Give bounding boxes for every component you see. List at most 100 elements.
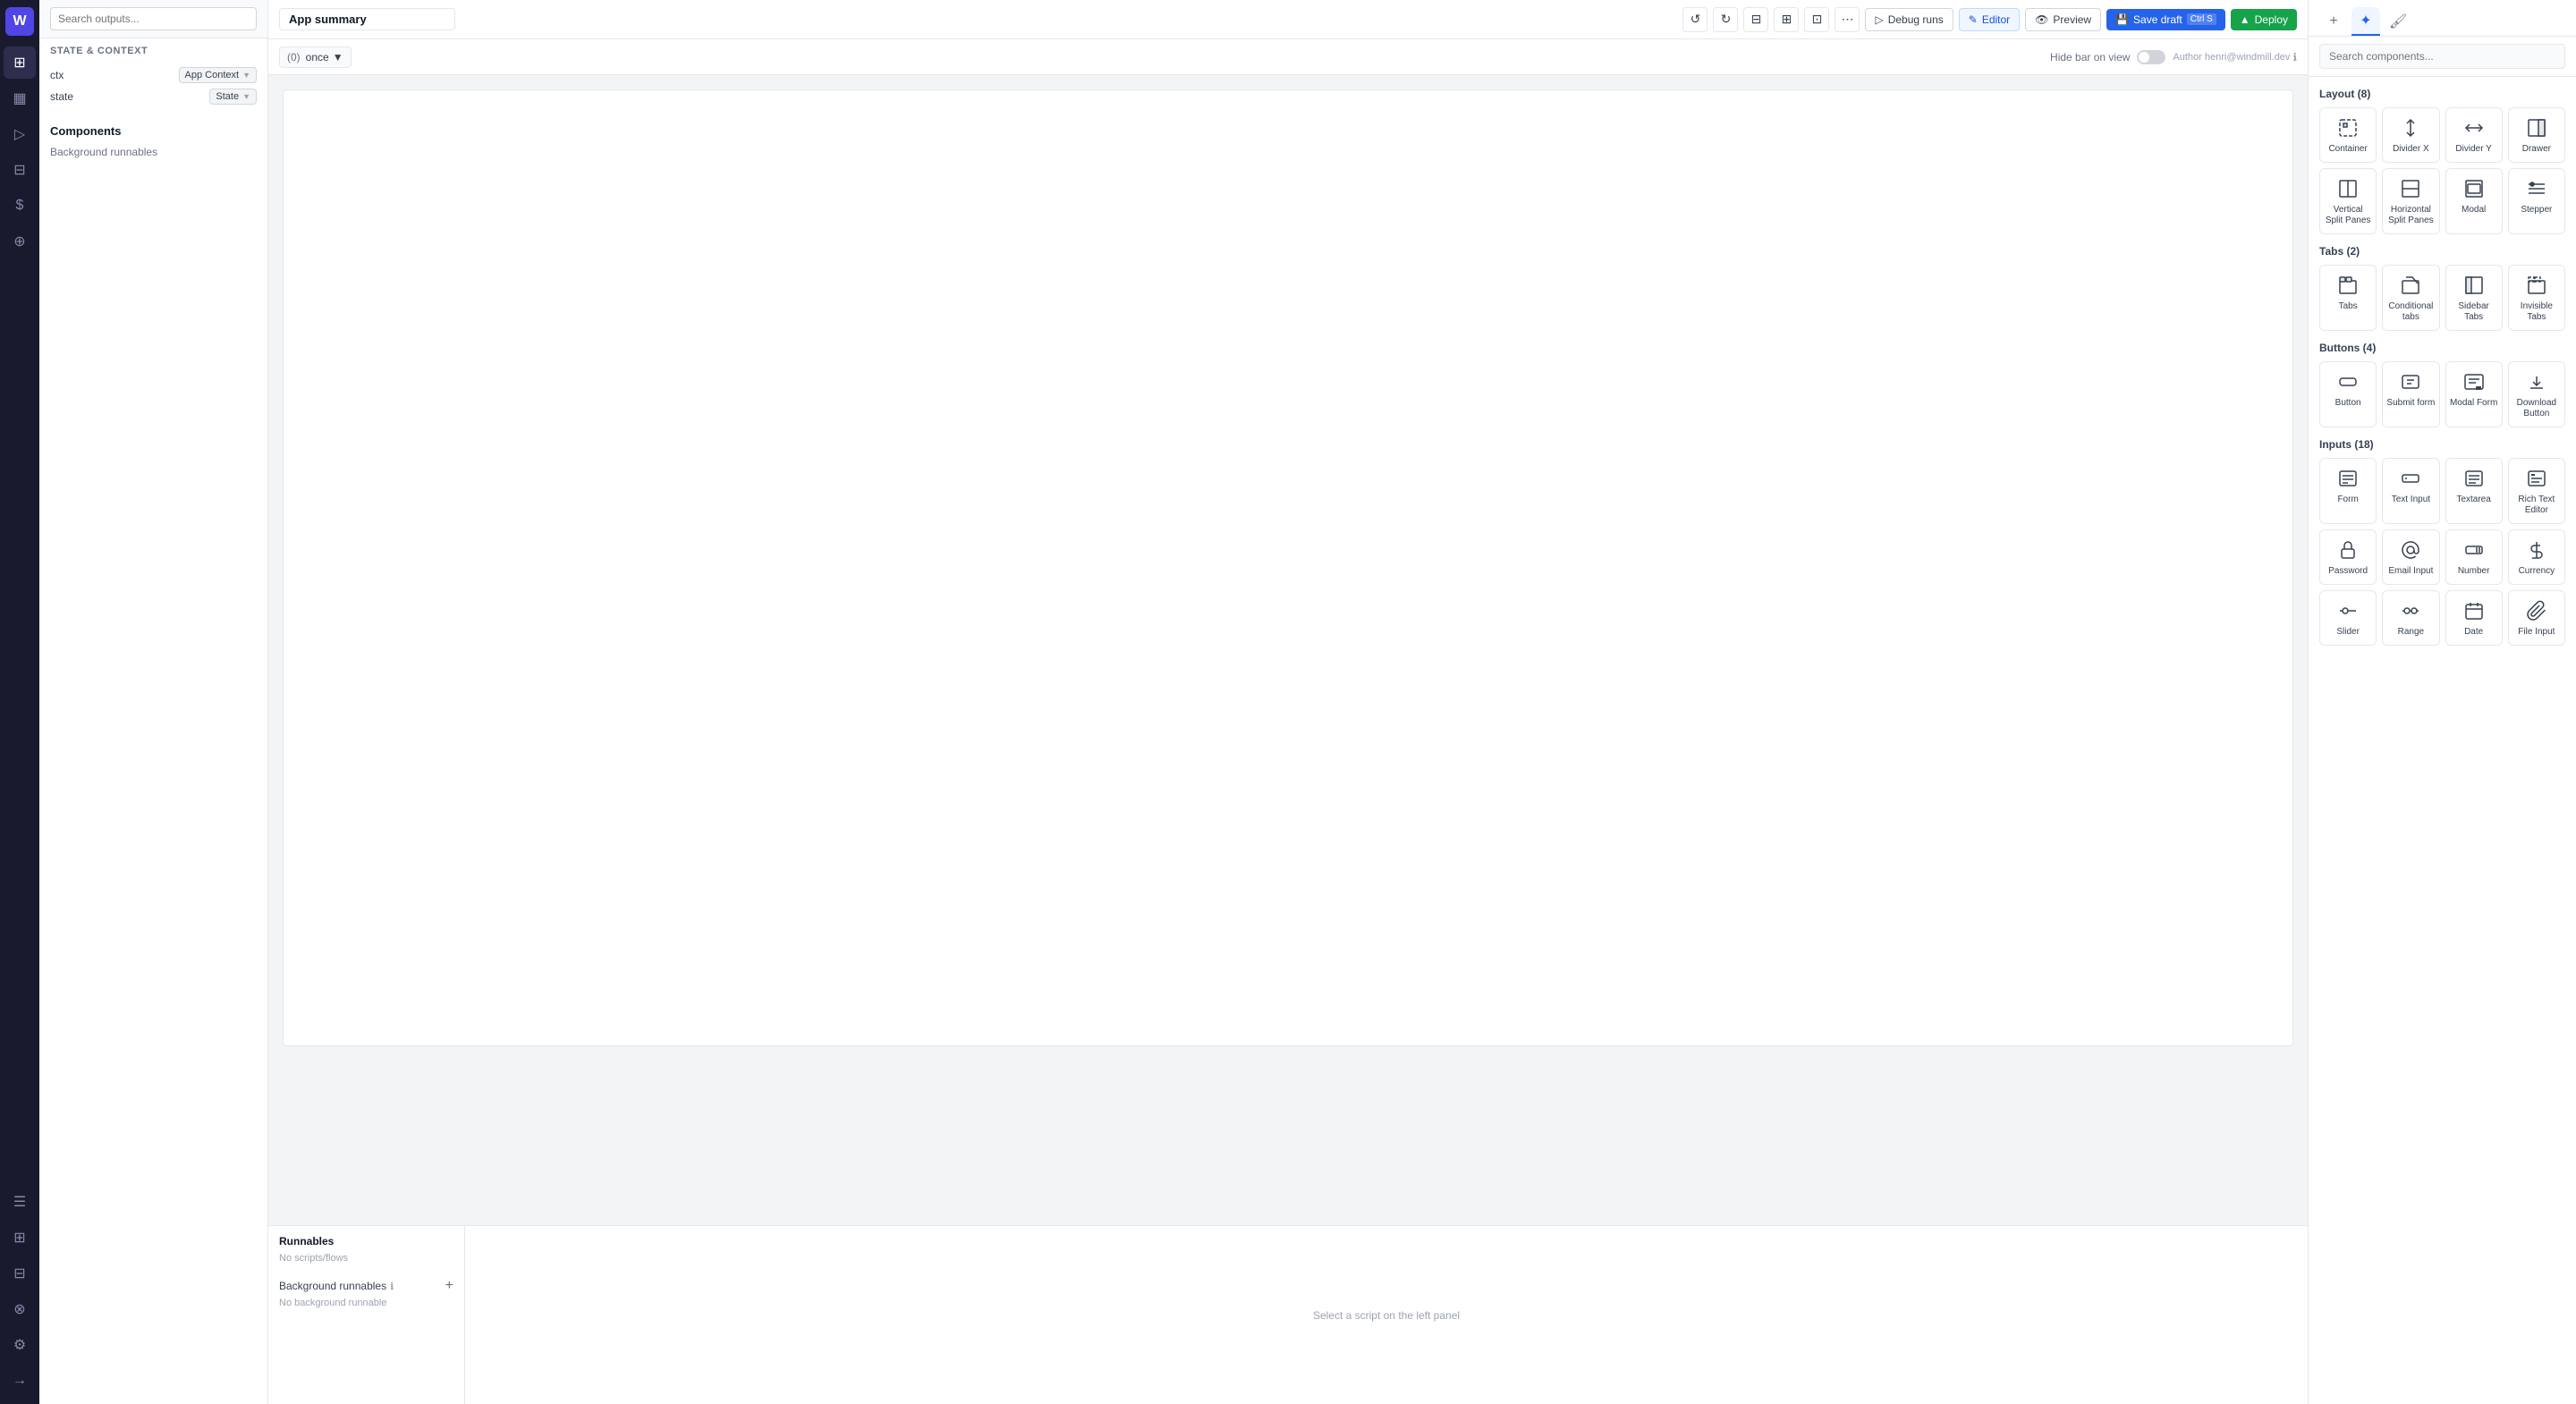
tab-add[interactable]: +: [2319, 7, 2348, 36]
fullscreen-button[interactable]: ⊞: [1774, 7, 1799, 32]
nav-settings[interactable]: ⚙: [4, 1329, 36, 1361]
tab-style[interactable]: 🖌: [2384, 7, 2412, 36]
undo-button[interactable]: ↺: [1682, 7, 1707, 32]
nav-integrations[interactable]: ⊟: [4, 1257, 36, 1290]
comp-conditional-tabs[interactable]: Conditional tabs: [2382, 265, 2439, 331]
redo-button[interactable]: ↻: [1713, 7, 1738, 32]
comp-text-input[interactable]: Text Input: [2382, 458, 2439, 524]
app-logo[interactable]: W: [5, 7, 34, 36]
canvas-area[interactable]: [268, 75, 2308, 1225]
invisible-tabs-label: Invisible Tabs: [2512, 301, 2561, 323]
buttons-grid: Button Submit form Modal Form: [2319, 361, 2565, 427]
bg-runnables-panel: Background runnables ℹ +: [279, 1278, 453, 1294]
nav-audit[interactable]: ⊞: [4, 1222, 36, 1254]
date-icon: [2462, 598, 2487, 623]
divider-y-label: Divider Y: [2455, 144, 2491, 155]
debug-runs-button[interactable]: ▷ Debug runs: [1865, 8, 1953, 31]
comp-drawer[interactable]: Drawer: [2508, 107, 2565, 163]
rich-text-label: Rich Text Editor: [2512, 495, 2561, 516]
preview-button[interactable]: 👁 Preview: [2025, 8, 2101, 31]
submit-form-icon: [2398, 369, 2423, 394]
right-panel-tabs: + ✦ 🖌: [2309, 0, 2576, 37]
file-input-label: File Input: [2518, 627, 2555, 638]
tab-components[interactable]: ✦: [2351, 7, 2380, 36]
comp-container[interactable]: Container: [2319, 107, 2377, 163]
comp-vertical-split[interactable]: Vertical Split Panes: [2319, 168, 2377, 234]
nav-variables[interactable]: ⊕: [4, 225, 36, 258]
background-runnables-label[interactable]: Background runnables: [50, 146, 157, 158]
divider-x-icon: [2398, 115, 2423, 140]
nav-logs[interactable]: ☰: [4, 1186, 36, 1218]
conditional-tabs-label: Conditional tabs: [2386, 301, 2435, 323]
textarea-label: Textarea: [2456, 495, 2490, 505]
comp-rich-text[interactable]: Rich Text Editor: [2508, 458, 2565, 524]
select-script-label: Select a script on the left panel: [1313, 1309, 1460, 1322]
hide-bar-toggle[interactable]: [2137, 50, 2165, 64]
more-options-button[interactable]: ⋯: [1835, 7, 1860, 32]
comp-modal[interactable]: Modal: [2445, 168, 2503, 234]
outputs-header: [39, 0, 267, 38]
save-icon: 💾: [2115, 13, 2129, 26]
author-info-icon[interactable]: ℹ: [2292, 51, 2297, 63]
ctx-badge[interactable]: App Context ▼: [179, 67, 257, 83]
modal-label: Modal: [2462, 205, 2486, 216]
comp-file-input[interactable]: File Input: [2508, 590, 2565, 646]
comp-password[interactable]: Password: [2319, 529, 2377, 585]
comp-submit-form[interactable]: Submit form: [2382, 361, 2439, 427]
comp-currency[interactable]: Currency: [2508, 529, 2565, 585]
comp-email-input[interactable]: Email Input: [2382, 529, 2439, 585]
comp-stepper[interactable]: Stepper: [2508, 168, 2565, 234]
deploy-button[interactable]: ▲ Deploy: [2231, 9, 2297, 30]
number-label: Number: [2458, 566, 2490, 577]
comp-button[interactable]: Button: [2319, 361, 2377, 427]
background-runnables-section: Background runnables: [39, 141, 267, 165]
buttons-section-title: Buttons (4): [2319, 342, 2565, 354]
fit-screen-button[interactable]: ⊟: [1743, 7, 1768, 32]
comp-date[interactable]: Date: [2445, 590, 2503, 646]
slider-icon: [2335, 598, 2360, 623]
nav-scripts[interactable]: ▷: [4, 118, 36, 150]
comp-sidebar-tabs[interactable]: Sidebar Tabs: [2445, 265, 2503, 331]
editor-button[interactable]: ✎ Editor: [1959, 8, 2020, 31]
components-list: Layout (8) Container Divider X: [2309, 77, 2576, 664]
run-freq-selector[interactable]: once ▼: [306, 51, 343, 63]
comp-slider[interactable]: Slider: [2319, 590, 2377, 646]
comp-download-button[interactable]: Download Button: [2508, 361, 2565, 427]
nav-collapse[interactable]: →: [4, 1365, 36, 1397]
comp-horizontal-split[interactable]: Horizontal Split Panes: [2382, 168, 2439, 234]
state-context-section: ctx App Context ▼ state State ▼: [39, 60, 267, 117]
app-title-input[interactable]: [279, 8, 455, 30]
comp-divider-x[interactable]: Divider X: [2382, 107, 2439, 163]
comp-form[interactable]: Form: [2319, 458, 2377, 524]
add-bg-runnable-button[interactable]: +: [445, 1278, 453, 1294]
nav-workflows[interactable]: ⊟: [4, 154, 36, 186]
mobile-view-button[interactable]: ⊡: [1804, 7, 1829, 32]
run-count: (0): [287, 51, 301, 63]
save-draft-button[interactable]: 💾 Save draft Ctrl S: [2106, 9, 2225, 30]
comp-divider-y[interactable]: Divider Y: [2445, 107, 2503, 163]
nav-github[interactable]: ⊗: [4, 1293, 36, 1325]
nav-resources[interactable]: $: [4, 190, 36, 222]
search-components-input[interactable]: [2319, 44, 2565, 69]
runnables-title: Runnables: [279, 1235, 453, 1248]
comp-invisible-tabs[interactable]: Invisible Tabs: [2508, 265, 2565, 331]
nav-apps[interactable]: ▦: [4, 82, 36, 114]
conditional-tabs-icon: [2398, 273, 2423, 298]
runnables-panel: Runnables No scripts/flows Background ru…: [268, 1226, 465, 1404]
bg-runnables-label: Background runnables ℹ: [279, 1280, 394, 1292]
range-icon: [2398, 598, 2423, 623]
search-outputs-input[interactable]: [50, 7, 257, 30]
nav-home[interactable]: ⊞: [4, 47, 36, 79]
tabs-section-title: Tabs (2): [2319, 245, 2565, 258]
comp-tabs[interactable]: Tabs: [2319, 265, 2377, 331]
comp-number[interactable]: Number: [2445, 529, 2503, 585]
state-badge[interactable]: State ▼: [209, 89, 257, 105]
topbar-actions: ↺ ↻ ⊟ ⊞ ⊡ ⋯ ▷ Debug runs ✎ Editor 👁 Prev…: [1682, 7, 2297, 32]
left-panel: State & Context ctx App Context ▼ state …: [39, 0, 268, 1404]
comp-textarea[interactable]: Textarea: [2445, 458, 2503, 524]
comp-range[interactable]: Range: [2382, 590, 2439, 646]
modal-form-label: Modal Form: [2450, 398, 2497, 409]
container-label: Container: [2328, 144, 2367, 155]
state-row: state State ▼: [50, 89, 257, 105]
comp-modal-form[interactable]: Modal Form: [2445, 361, 2503, 427]
